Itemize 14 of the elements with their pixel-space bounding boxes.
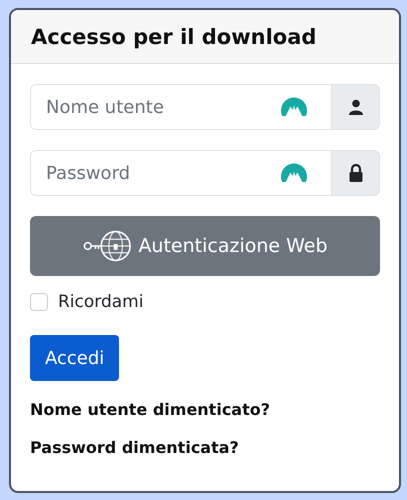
card-title: Accesso per il download (31, 24, 316, 48)
login-button[interactable]: Accedi (30, 335, 120, 381)
checkbox[interactable] (30, 293, 48, 311)
input-field[interactable]: Password (30, 150, 332, 196)
mountain-icon (281, 97, 307, 116)
input-field[interactable]: Nome utente (30, 84, 332, 130)
lock-icon (332, 150, 380, 196)
user-icon (332, 84, 380, 130)
link[interactable]: Password dimenticata? (30, 438, 239, 457)
key-globe-icon (82, 229, 132, 263)
checkbox-label: Ricordami (58, 292, 144, 312)
web-auth-button[interactable]: Autenticazione Web (30, 216, 380, 276)
mountain-icon (281, 163, 307, 182)
link[interactable]: Nome utente dimenticato? (30, 400, 270, 419)
